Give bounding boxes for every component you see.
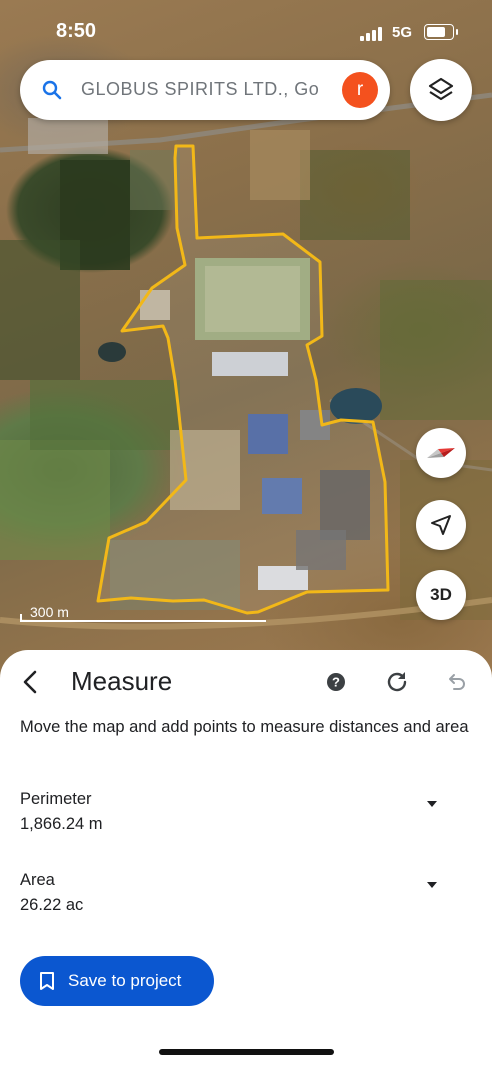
three-d-button[interactable]: 3D (416, 570, 466, 620)
scale-label: 300 m (30, 604, 69, 620)
measure-header: Measure ? (0, 650, 492, 714)
area-label: Area (20, 871, 55, 889)
layers-icon (428, 77, 454, 101)
perimeter-value: 1,866.24 m (20, 815, 103, 833)
home-indicator[interactable] (159, 1049, 334, 1055)
status-time: 8:50 (56, 20, 97, 42)
bookmark-icon (40, 972, 54, 990)
compass-button[interactable] (416, 428, 466, 478)
search-icon[interactable] (40, 78, 64, 102)
compass-icon (427, 448, 455, 458)
map-scale: 300 m (20, 604, 266, 622)
measure-description: Move the map and add points to measure d… (20, 718, 469, 736)
page-title: Measure (71, 666, 173, 696)
undo-icon[interactable] (444, 670, 468, 694)
back-arrow-icon[interactable] (16, 668, 44, 696)
svg-text:?: ? (332, 675, 340, 690)
measure-sheet: Measure ? Move the map and add points to… (0, 650, 492, 1065)
status-bar: 8:50 5G (0, 0, 492, 62)
help-icon[interactable]: ? (326, 672, 346, 692)
battery-icon (424, 24, 458, 40)
save-to-project-button[interactable]: Save to project (20, 956, 214, 1006)
area-row[interactable]: Area 26.22 ac (20, 871, 470, 915)
my-location-button[interactable] (416, 500, 466, 550)
area-value: 26.22 ac (20, 896, 84, 914)
search-input[interactable]: GLOBUS SPIRITS LTD., Go (81, 79, 353, 100)
layers-button[interactable] (410, 59, 472, 121)
chevron-down-icon[interactable] (424, 877, 440, 893)
avatar[interactable]: r (342, 72, 378, 108)
search-bar[interactable]: GLOBUS SPIRITS LTD., Go r (20, 60, 390, 120)
three-d-label: 3D (430, 585, 452, 604)
satellite-map[interactable]: 8:50 5G GLOBUS SPIRITS LTD., Go r 3D 300… (0, 0, 492, 700)
perimeter-row[interactable]: Perimeter 1,866.24 m (20, 790, 470, 834)
perimeter-label: Perimeter (20, 790, 92, 808)
network-type: 5G (392, 24, 413, 41)
refresh-icon[interactable] (384, 669, 410, 695)
save-button-label: Save to project (68, 971, 182, 990)
chevron-down-icon[interactable] (424, 796, 440, 812)
navigate-icon (431, 515, 451, 535)
signal-icon (360, 27, 382, 41)
